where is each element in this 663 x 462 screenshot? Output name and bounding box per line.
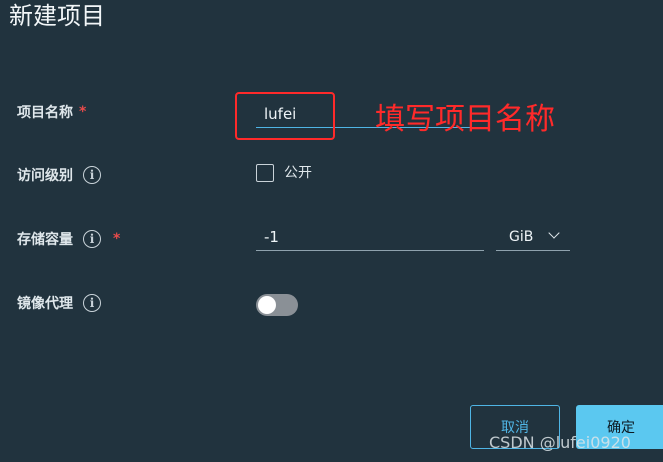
required-mark: * [113,231,121,247]
storage-quota-label: 存储容量 [17,232,73,248]
public-checkbox-label[interactable]: 公开 [284,162,312,184]
toggle-knob [258,296,276,314]
storage-quota-input[interactable] [256,224,484,250]
storage-quota-row-label: 存储容量 i * [17,227,120,251]
access-level-row-label: 访问级别 i [17,163,101,187]
dialog-title: 新建项目 [9,2,105,30]
project-name-row-label: 项目名称 * [17,100,86,124]
info-icon[interactable]: i [83,230,101,248]
info-icon[interactable]: i [83,294,101,312]
project-name-label: 项目名称 [17,105,73,121]
annotation-highlight-box [235,92,335,140]
proxy-cache-label: 镜像代理 [17,296,73,312]
storage-unit-value[interactable]: GiB [509,226,533,248]
proxy-cache-row-label: 镜像代理 i [17,291,101,315]
access-level-label: 访问级别 [17,168,73,184]
annotation-text: 填写项目名称 [375,102,555,137]
required-mark: * [79,104,87,120]
storage-unit-underline [496,250,570,251]
info-icon[interactable]: i [83,166,101,184]
storage-quota-underline [256,250,484,251]
chevron-down-icon[interactable] [548,227,560,239]
watermark-text: CSDN @lufei0920 [489,433,631,452]
public-checkbox[interactable] [256,164,274,182]
proxy-cache-toggle[interactable] [256,294,298,316]
